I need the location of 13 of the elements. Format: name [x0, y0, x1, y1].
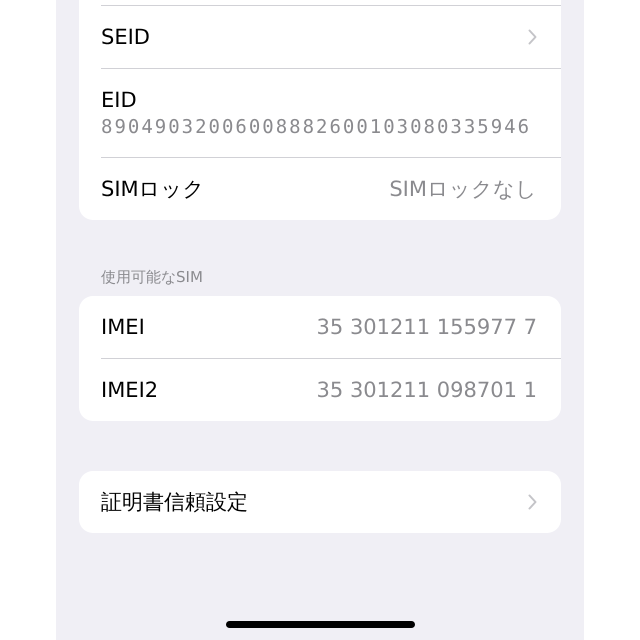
row-value: SIMロックなし — [389, 176, 537, 203]
row-value: 35 301211 155977 7 — [316, 315, 537, 339]
row-value: 35 301211 098701 1 — [316, 378, 537, 402]
row-label: IMEI — [101, 315, 145, 339]
row-label: IMEI2 — [101, 378, 158, 402]
section-header: 使用可能なSIM — [100, 267, 204, 288]
row-label: EID — [101, 88, 137, 112]
row-value: 89049032006008882600103080335946 — [101, 116, 532, 138]
chevron-icon — [528, 29, 537, 45]
chevron-icon — [528, 494, 537, 510]
settings-row[interactable]: 証明書信頼設定 — [101, 471, 561, 533]
row-label: SIMロック — [101, 176, 205, 203]
settings-row[interactable]: SEID — [101, 6, 561, 68]
